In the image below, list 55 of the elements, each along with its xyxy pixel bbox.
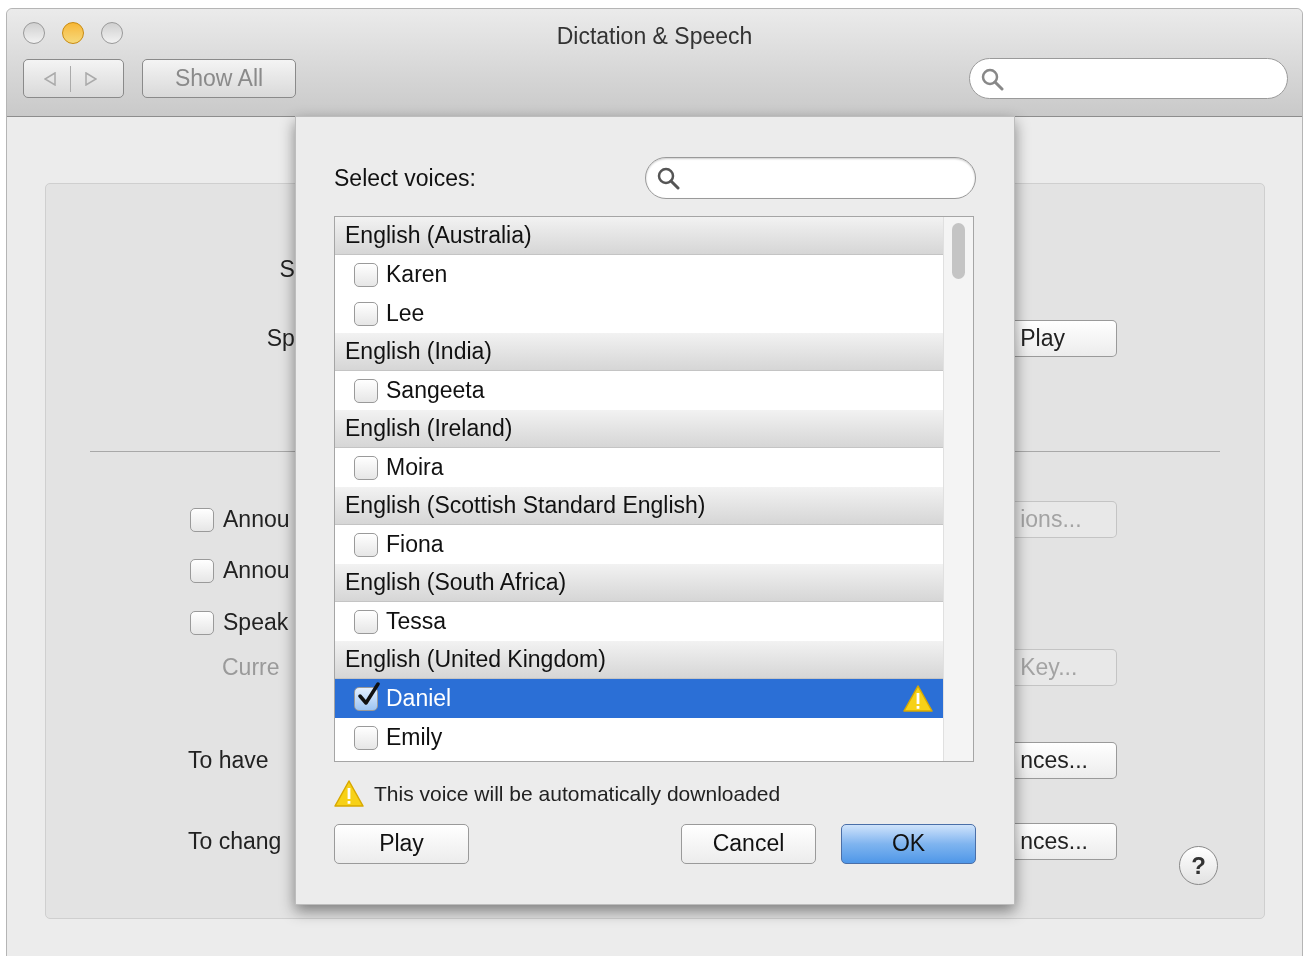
search-icon [980, 66, 1004, 91]
dialog-button[interactable]: Cancel [681, 823, 816, 864]
voice-name: Emily [386, 723, 443, 753]
voice-name: Fiona [386, 530, 444, 560]
voice-search-field[interactable] [645, 157, 976, 199]
checkmark-icon [357, 681, 381, 708]
language-group-header: English (South Africa) [335, 564, 943, 602]
checkbox[interactable] [354, 455, 378, 480]
help-button[interactable]: ? [1179, 846, 1219, 885]
warning-icon [334, 780, 364, 808]
checkbox[interactable] [190, 558, 214, 583]
checkbox-label: Annou [223, 505, 290, 535]
checkbox[interactable] [354, 262, 378, 287]
voice-name: Lee [386, 299, 425, 329]
dialog-button[interactable]: OK [841, 823, 976, 864]
back-forward-control[interactable] [23, 59, 124, 98]
checkbox[interactable] [190, 610, 214, 635]
note-text: Curre [221, 653, 280, 683]
search-icon [656, 166, 680, 190]
checkbox[interactable] [354, 725, 378, 750]
checkbox[interactable] [354, 609, 378, 634]
checkbox[interactable] [354, 532, 378, 557]
search-field[interactable] [969, 58, 1288, 99]
checkbox-label: Annou [223, 556, 290, 586]
window-title: Dictation & Speech [556, 22, 753, 51]
checkbox[interactable] [354, 301, 378, 326]
voice-row[interactable]: Daniel [335, 679, 943, 718]
language-group-header: English (Ireland) [335, 410, 943, 448]
checkbox[interactable] [190, 507, 214, 532]
preferences-button[interactable]: nces... [1014, 823, 1118, 860]
field-label: S [279, 255, 295, 285]
checkbox[interactable] [354, 378, 378, 403]
language-group-header: English (United Kingdom) [335, 641, 943, 679]
back-arrow-icon [44, 71, 56, 86]
download-notice: This voice will be automatically downloaded [374, 781, 781, 807]
preferences-button[interactable]: nces... [1014, 742, 1118, 779]
setting-text: To have [187, 746, 269, 776]
language-group-header: English (India) [335, 333, 943, 371]
dialog-button[interactable]: Play [334, 823, 469, 864]
sheet-title: Select voices: [334, 163, 476, 193]
voice-name: Tessa [386, 607, 447, 637]
close-button[interactable] [23, 22, 45, 44]
minimize-button[interactable] [62, 22, 84, 44]
field-label: Sp [266, 324, 295, 354]
checkbox-label: Speak [223, 608, 289, 638]
forward-arrow-icon [85, 71, 97, 86]
zoom-button[interactable] [101, 22, 123, 44]
voice-name: Daniel [386, 684, 452, 714]
preferences-button[interactable]: Play [1014, 320, 1118, 357]
language-group-header: English (Scottish Standard English) [335, 487, 943, 525]
language-group-header: English (Australia) [335, 217, 943, 255]
voice-name: Moira [386, 453, 444, 483]
voice-name: Karen [386, 260, 448, 290]
setting-text: To chang [187, 827, 282, 857]
voice-name: Sangeeta [386, 376, 485, 406]
